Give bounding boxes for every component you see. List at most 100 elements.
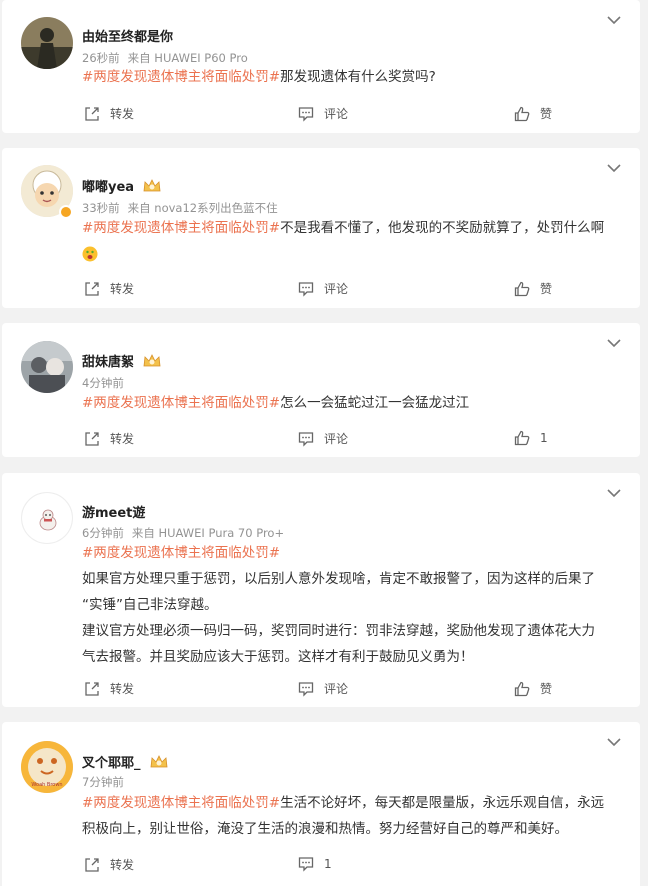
user-name-row: 嘟嘟yea — [82, 176, 162, 195]
comment-label: 评论 — [324, 282, 349, 296]
topic-link[interactable]: #两度发现遗体博主将面临处罚# — [82, 545, 280, 561]
action-bar: 转发 评论 赞 — [2, 105, 640, 125]
like-label: 赞 — [540, 282, 553, 296]
username[interactable]: 叉个耶耶_ — [82, 752, 141, 771]
topic-link[interactable]: #两度发现遗体博主将面临处罚# — [82, 795, 280, 811]
avatar[interactable] — [21, 17, 73, 69]
share-button[interactable]: 转发 — [84, 856, 134, 873]
share-label: 转发 — [110, 682, 135, 696]
thumbs-up-icon — [514, 681, 530, 696]
username[interactable]: 嘟嘟yea — [82, 176, 134, 195]
action-bar: 转发 1 — [2, 856, 640, 876]
comment-icon — [298, 857, 314, 872]
comment-body: 那发现遗体有什么奖赏吗? — [280, 69, 436, 85]
avatar[interactable]: Woah Brown — [21, 741, 73, 793]
comment-label: 评论 — [324, 107, 349, 121]
comment-icon — [298, 681, 314, 697]
share-label: 转发 — [110, 432, 135, 446]
crown-badge-icon[interactable] — [142, 178, 162, 194]
share-button[interactable]: 转发 — [84, 680, 134, 697]
comment-feed: 由始至终都是你 26秒前 来自 HUAWEI P60 Pro #两度发现遗体博主将… — [0, 0, 648, 886]
thumbs-up-icon — [514, 106, 530, 121]
like-label: 赞 — [540, 682, 553, 696]
share-button[interactable]: 转发 — [84, 105, 134, 122]
topic-link[interactable]: #两度发现遗体博主将面临处罚# — [82, 395, 280, 411]
user-name-row: 甜妹唐絮 — [82, 351, 162, 370]
share-label: 转发 — [110, 282, 135, 296]
comment-button[interactable]: 评论 — [298, 280, 348, 297]
like-button[interactable]: 1 — [514, 430, 548, 446]
comment-body-line: “实锤”自己非法穿越。 — [82, 597, 218, 613]
topic-link[interactable]: #两度发现遗体博主将面临处罚# — [82, 220, 280, 236]
comment-body-line: 如果官方处理只重于惩罚，以后别人意外发现啥，肯定不敢报警了，因为这样的后果了 — [82, 571, 595, 587]
comment-body: 不是我看不懂了，他发现的不奖励就算了，处罚什么啊 — [280, 220, 605, 236]
comment-text: #两度发现遗体博主将面临处罚#那发现遗体有什么奖赏吗? — [82, 64, 622, 90]
crown-badge-icon[interactable] — [149, 754, 169, 770]
post-meta: 4分钟前 — [82, 375, 124, 391]
timestamp: 6分钟前 — [82, 526, 124, 540]
crown-badge-icon[interactable] — [142, 353, 162, 369]
share-icon — [85, 106, 99, 121]
like-button[interactable]: 赞 — [514, 280, 552, 297]
chevron-down-icon[interactable] — [606, 487, 622, 499]
share-label: 转发 — [110, 858, 135, 872]
comment-button[interactable]: 评论 — [298, 105, 348, 122]
avatar[interactable] — [21, 492, 73, 544]
timestamp: 33秒前 — [82, 201, 120, 215]
timestamp: 4分钟前 — [82, 376, 124, 390]
comment-label: 评论 — [324, 682, 349, 696]
action-bar: 转发 评论 赞 — [2, 680, 640, 700]
comment-icon — [298, 281, 314, 297]
comment-text: #两度发现遗体博主将面临处罚#怎么一会猛蛇过江一会猛龙过江 — [82, 390, 622, 416]
username[interactable]: 甜妹唐絮 — [82, 351, 134, 370]
post-meta: 6分钟前 来自 HUAWEI Pura 70 Pro+ — [82, 525, 284, 541]
topic-link[interactable]: #两度发现遗体博主将面临处罚# — [82, 69, 280, 85]
comment-body-line: 生活不论好坏，每天都是限量版，永远乐观自信，永远 — [280, 795, 605, 811]
timestamp: 26秒前 — [82, 51, 120, 65]
thumbs-up-icon — [514, 281, 530, 296]
device-source: 来自 HUAWEI Pura 70 Pro+ — [131, 526, 285, 540]
avatar[interactable] — [21, 341, 73, 393]
comment-text: #两度发现遗体博主将面临处罚#生活不论好坏，每天都是限量版，永远乐观自信，永远 … — [82, 790, 622, 842]
comment-count: 1 — [324, 857, 332, 871]
username[interactable]: 游meet遊 — [82, 502, 145, 521]
comment-card: 游meet遊 6分钟前 来自 HUAWEI Pura 70 Pro+ #两度发现遗… — [2, 473, 640, 707]
action-bar: 转发 评论 1 — [2, 430, 640, 450]
comment-body: 怎么一会猛蛇过江一会猛龙过江 — [280, 395, 470, 411]
share-label: 转发 — [110, 107, 135, 121]
comment-text: #两度发现遗体博主将面临处罚#不是我看不懂了，他发现的不奖励就算了，处罚什么啊 — [82, 215, 622, 267]
comment-button[interactable]: 1 — [298, 856, 332, 872]
chevron-down-icon[interactable] — [606, 14, 622, 26]
share-icon — [85, 281, 99, 296]
chevron-down-icon[interactable] — [606, 162, 622, 174]
comment-button[interactable]: 评论 — [298, 680, 348, 697]
chevron-down-icon[interactable] — [606, 736, 622, 748]
post-meta: 7分钟前 — [82, 774, 124, 790]
like-label: 赞 — [540, 107, 553, 121]
comment-button[interactable]: 评论 — [298, 430, 348, 447]
like-button[interactable]: 赞 — [514, 105, 552, 122]
chevron-down-icon[interactable] — [606, 337, 622, 349]
device-source: 来自 HUAWEI P60 Pro — [127, 51, 248, 65]
comment-card: 由始至终都是你 26秒前 来自 HUAWEI P60 Pro #两度发现遗体博主将… — [2, 0, 640, 133]
timestamp: 7分钟前 — [82, 775, 124, 789]
comment-label: 评论 — [324, 432, 349, 446]
share-icon — [85, 857, 99, 872]
thumbs-up-icon — [514, 430, 530, 446]
share-button[interactable]: 转发 — [84, 280, 134, 297]
comment-card: 甜妹唐絮 4分钟前 #两度发现遗体博主将面临处罚#怎么一会猛蛇过江一会猛龙过江 … — [2, 323, 640, 457]
comment-body-line: 建议官方处理必须一码归一码，奖罚同时进行：罚非法穿越，奖励他发现了遗体花大力 — [82, 623, 595, 639]
post-meta: 33秒前 来自 nova12系列出色蓝不住 — [82, 200, 278, 216]
username[interactable]: 由始至终都是你 — [82, 26, 173, 45]
comment-text: #两度发现遗体博主将面临处罚# 如果官方处理只重于惩罚，以后别人意外发现啥，肯定… — [82, 540, 622, 670]
device-source: 来自 nova12系列出色蓝不住 — [127, 201, 278, 215]
user-name-row: 游meet遊 — [82, 502, 145, 521]
share-button[interactable]: 转发 — [84, 430, 134, 447]
action-bar: 转发 评论 赞 — [2, 280, 640, 300]
comment-body-line: 气去报警。并且奖励应该大于惩罚。这样才有利于鼓励见义勇为！ — [82, 649, 474, 665]
comment-icon — [298, 431, 314, 447]
like-button[interactable]: 赞 — [514, 680, 552, 697]
share-icon — [85, 681, 99, 696]
user-name-row: 叉个耶耶_ — [82, 752, 169, 771]
like-count: 1 — [540, 431, 548, 445]
